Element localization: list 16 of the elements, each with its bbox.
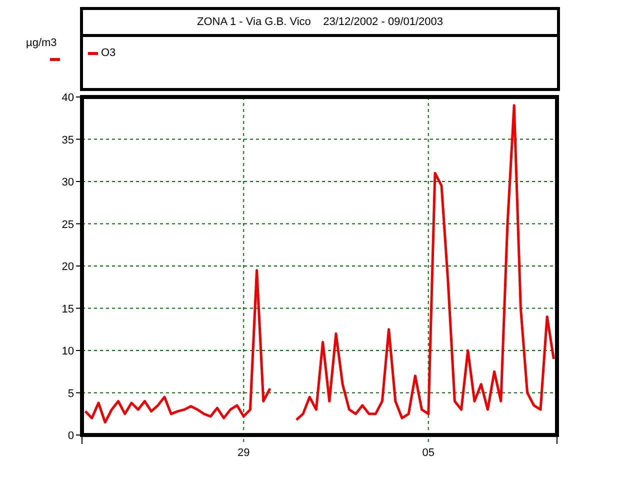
y-tick-label: 25 — [62, 218, 74, 231]
dash-icon — [50, 58, 60, 61]
legend-label: O3 — [101, 47, 116, 59]
y-tick-label: 40 — [62, 92, 74, 104]
y-tick-label: 10 — [62, 346, 74, 358]
y-tick-label: 30 — [62, 176, 74, 188]
x-tick-label: 29 — [238, 447, 250, 459]
x-tick-label: 05 — [422, 447, 434, 459]
y-tick-label: 15 — [62, 303, 74, 316]
y-tick-label: 20 — [62, 261, 74, 273]
chart-title: ZONA 1 - Via G.B. Vico 23/12/2002 - 09/01/2003 — [80, 7, 560, 34]
y-tick-label: 35 — [62, 134, 74, 146]
y-tick-label: 5 — [68, 388, 74, 400]
y-tick-label: 0 — [68, 430, 74, 442]
legend-swatch — [88, 52, 98, 54]
unit-label: µg/m3 — [26, 37, 57, 49]
